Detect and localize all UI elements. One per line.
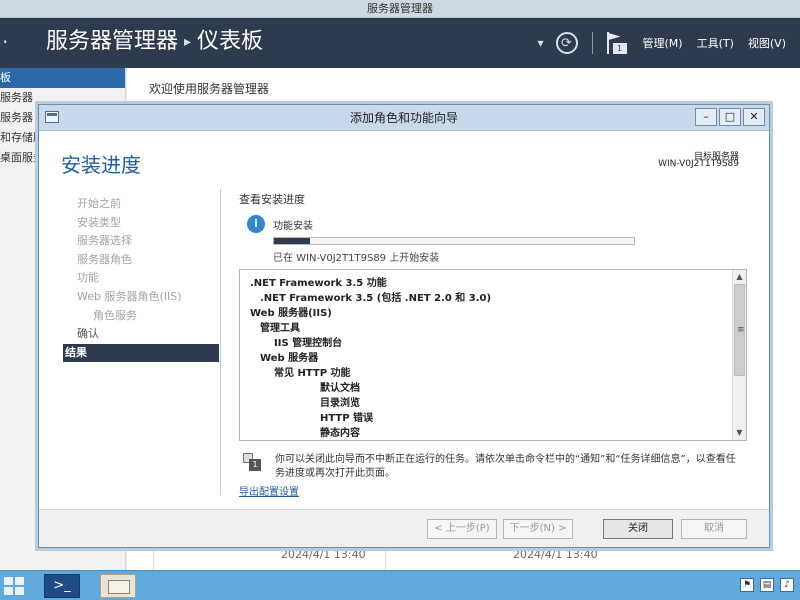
info-icon: i	[247, 215, 265, 233]
scroll-down-icon[interactable]: ▼	[733, 426, 746, 440]
feature-item: 常见 HTTP 功能	[274, 368, 351, 379]
wizard-steps: 开始之前 安装类型 服务器选择 服务器角色 功能 Web 服务器角色(IIS) …	[63, 195, 219, 363]
refresh-icon[interactable]: ⟳	[555, 32, 578, 54]
feature-item: .NET Framework 3.5 功能	[250, 278, 387, 289]
start-icon[interactable]	[0, 575, 28, 597]
menu-view[interactable]: 视图(V)	[748, 35, 786, 51]
window-controls: – □ ✕	[695, 108, 765, 126]
section-title: 查看安装进度	[239, 193, 305, 206]
close-icon[interactable]: ✕	[743, 108, 765, 126]
scroll-up-icon[interactable]: ▲	[733, 270, 746, 284]
step-results[interactable]: 结果	[63, 343, 219, 363]
close-button[interactable]: 关闭	[603, 519, 673, 539]
step-installation-type: 安装类型	[77, 215, 121, 229]
toolbar-divider	[591, 32, 593, 54]
menu-manage[interactable]: 管理(M)	[643, 35, 683, 51]
add-roles-wizard-dialog: 添加角色和功能向导 – □ ✕ 安装进度 目标服务器 WIN-V0J2T1T9S…	[38, 104, 770, 548]
tile-timestamp: 2024/4/1 13:40	[281, 548, 366, 561]
feature-item: HTTP 错误	[320, 413, 374, 424]
step-role-services: 角色服务	[93, 308, 137, 322]
back-icon[interactable]: ·	[2, 30, 8, 54]
feature-item: 管理工具	[260, 323, 300, 334]
server-manager-header: · 服务器管理器 ▸ 仪表板 ▾ ⟳ 1 管理(M) 工具(T) 视图(V)	[0, 18, 800, 68]
wizard-footer: < 上一步(P) 下一步(N) > 关闭 取消	[39, 509, 769, 547]
feature-item: 静态内容	[320, 428, 360, 439]
tile-timestamp: 2024/4/1 13:40	[513, 548, 598, 561]
wizard-content: 查看安装进度 i 功能安装 已在 WIN-V0J2T1T9S89 上开始安装 .…	[239, 191, 747, 498]
nav-item-dashboard[interactable]: 板	[0, 68, 125, 88]
step-confirmation[interactable]: 确认	[63, 325, 219, 344]
step-server-roles: 服务器角色	[77, 252, 132, 266]
feature-install-label: 功能安装	[273, 221, 313, 232]
feature-list-scrollbar[interactable]: ▲ ≡ ▼	[732, 270, 746, 440]
step-web-server-role: Web 服务器角色(IIS)	[77, 289, 182, 303]
tray-volume-icon[interactable]: ♪	[780, 578, 794, 592]
install-progress-bar	[273, 237, 635, 245]
wizard-titlebar: 添加角色和功能向导 – □ ✕	[39, 105, 769, 131]
destination-server-value: WIN-V0J2T1T9S89	[658, 159, 739, 169]
scrollbar-thumb[interactable]: ≡	[734, 284, 745, 376]
step-features: 功能	[77, 271, 99, 285]
dashboard-title: 仪表板	[197, 29, 264, 54]
feature-item: 目录浏览	[320, 398, 360, 409]
file-explorer-icon[interactable]	[100, 574, 136, 598]
note-text: 你可以关闭此向导而不中断正在运行的任务。请依次单击命令栏中的“通知”和“任务详细…	[275, 454, 736, 479]
window-titlebar: 服务器管理器	[0, 0, 800, 18]
export-config-link[interactable]: 导出配置设置	[239, 483, 299, 498]
system-tray: ⚑ ▤ ♪	[740, 578, 794, 592]
menu-tools[interactable]: 工具(T)	[697, 35, 734, 51]
wizard-title: 添加角色和功能向导	[349, 111, 458, 125]
feature-item: IIS 管理控制台	[274, 338, 343, 349]
feature-item: Web 服务器	[260, 353, 319, 364]
install-progress-fill	[274, 238, 310, 244]
dropdown-arrow-icon[interactable]: ▾	[537, 36, 543, 50]
breadcrumb-chevron-icon: ▸	[184, 34, 192, 50]
minimize-icon[interactable]: –	[695, 108, 717, 126]
app-title: 服务器管理器	[46, 29, 179, 54]
tray-flag-icon[interactable]: ⚑	[740, 578, 754, 592]
welcome-heading: 欢迎使用服务器管理器	[149, 82, 270, 96]
window-title: 服务器管理器	[367, 2, 433, 15]
step-before-you-begin: 开始之前	[77, 197, 121, 210]
previous-button[interactable]: < 上一步(P)	[427, 519, 497, 539]
feature-item: .NET Framework 3.5 (包括 .NET 2.0 和 3.0)	[260, 293, 492, 304]
notification-flag-icon: 1	[243, 453, 261, 471]
feature-item: Web 服务器(IIS)	[250, 308, 332, 319]
wizard-heading: 安装进度	[61, 153, 141, 177]
step-server-selection: 服务器选择	[77, 234, 132, 248]
cancel-button[interactable]: 取消	[681, 519, 747, 539]
feature-item: 默认文档	[320, 383, 360, 394]
maximize-icon[interactable]: □	[719, 108, 741, 126]
taskbar: >_ ⚑ ▤ ♪	[0, 570, 800, 600]
tray-network-icon[interactable]: ▤	[760, 578, 774, 592]
notification-count-badge: 1	[612, 43, 627, 54]
steps-divider	[220, 189, 221, 495]
install-progress-text: 已在 WIN-V0J2T1T9S89 上开始安装	[273, 253, 440, 264]
powershell-icon[interactable]: >_	[44, 574, 80, 598]
header-toolbar: ▾ ⟳ 1 管理(M) 工具(T) 视图(V)	[537, 18, 800, 68]
notifications-flag-icon[interactable]: 1	[605, 32, 627, 54]
next-button[interactable]: 下一步(N) >	[503, 519, 573, 539]
feature-list[interactable]: .NET Framework 3.5 功能 .NET Framework 3.5 …	[239, 269, 747, 441]
page-title: 服务器管理器 ▸ 仪表板	[46, 28, 263, 56]
